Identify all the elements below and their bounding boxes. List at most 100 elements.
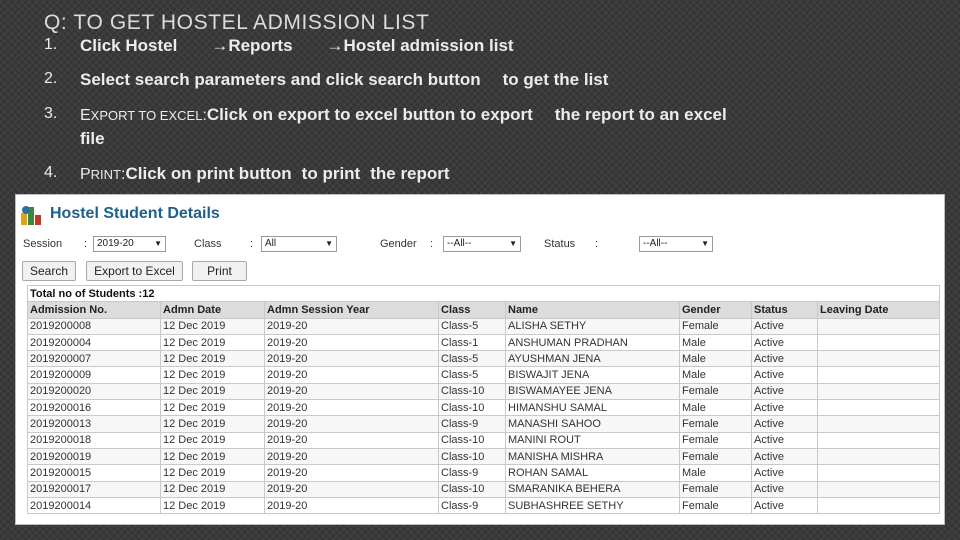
table-cell: Active [751, 496, 818, 515]
step-number: 3. [44, 105, 58, 122]
table-row[interactable]: 2019200009 12 Dec 2019 2019-20 Class-5 BISWA… [27, 366, 941, 384]
step-4-text: Click on print button [125, 164, 292, 183]
column-header[interactable]: Class [438, 301, 506, 319]
table-cell: 2019200013 [27, 415, 161, 433]
table-cell: Female [679, 317, 752, 335]
step-3-text-wrap: file [80, 129, 105, 148]
step-3-text-cont: the report to an excel [554, 105, 727, 124]
table-cell: Class-5 [438, 366, 506, 384]
table-cell: ANSHUMAN PRADHAN [505, 333, 680, 352]
table-cell: 2019-20 [264, 350, 439, 368]
print-button[interactable]: Print [192, 261, 247, 281]
table-row[interactable]: 2019200016 12 Dec 2019 2019-20 Class-10 HIMA… [27, 399, 941, 417]
search-button[interactable]: Search [22, 261, 76, 281]
class-label: Class [194, 238, 222, 250]
gender-label: Gender [380, 238, 417, 250]
table-cell: MANASHI SAHOO [505, 415, 680, 433]
table-cell: Active [751, 399, 818, 417]
table-cell: Class-9 [438, 496, 506, 515]
column-header[interactable]: Admn Session Year [264, 301, 439, 319]
total-students-label: Total no of Students :12 [26, 284, 941, 303]
table-cell: Active [751, 431, 818, 449]
table-cell: Female [679, 447, 752, 466]
table-cell: AYUSHMAN JENA [505, 350, 680, 368]
gender-select-value: --All-- [447, 238, 472, 249]
step-1-part-reports: Reports [228, 36, 293, 55]
table-cell: Class-5 [438, 350, 506, 368]
table-cell: 2019-20 [264, 496, 439, 515]
table-cell: Class-10 [438, 382, 506, 401]
session-select[interactable]: 2019-20 ▼ [93, 236, 166, 252]
table-row[interactable]: 2019200013 12 Dec 2019 2019-20 Class-9 MANAS… [27, 415, 941, 433]
table-row[interactable]: 2019200018 12 Dec 2019 2019-20 Class-10 MANI… [27, 431, 941, 449]
table-cell: 2019-20 [264, 382, 439, 401]
column-header[interactable]: Name [505, 301, 680, 319]
table-cell: Active [751, 366, 818, 384]
table-cell: Class-10 [438, 399, 506, 417]
table-cell: Class-1 [438, 333, 506, 352]
colon: : [84, 238, 88, 250]
table-cell: 2019-20 [264, 317, 439, 335]
column-header[interactable]: Admn Date [160, 301, 265, 319]
export-to-excel-button[interactable]: Export to Excel [86, 261, 183, 281]
table-cell: 2019200019 [27, 447, 161, 466]
table-row[interactable]: 2019200019 12 Dec 2019 2019-20 Class-10 MANI… [27, 447, 941, 466]
step-3-lead-first: E [80, 107, 91, 124]
step-number: 2. [44, 70, 58, 87]
gender-select[interactable]: --All-- ▼ [443, 236, 521, 252]
table-cell [816, 366, 941, 384]
class-select-value: All [265, 238, 277, 249]
step-number: 4. [44, 164, 58, 181]
table-cell [816, 496, 941, 515]
chevron-down-icon: ▼ [701, 239, 709, 248]
table-cell: 12 Dec 2019 [160, 431, 265, 449]
status-select-value: --All-- [643, 238, 668, 249]
step-3-lead-rest: XPORT TO EXCEL [90, 108, 203, 123]
column-header[interactable]: Status [751, 301, 818, 319]
column-header[interactable]: Gender [679, 301, 752, 319]
table-row[interactable]: 2019200014 12 Dec 2019 2019-20 Class-9 SUBHA… [27, 496, 941, 515]
table-row[interactable]: 2019200015 12 Dec 2019 2019-20 Class-9 ROHAN… [27, 464, 941, 482]
table-cell [816, 480, 941, 498]
status-label: Status [544, 238, 576, 250]
table-cell: 12 Dec 2019 [160, 496, 265, 515]
table-cell: 12 Dec 2019 [160, 333, 265, 352]
hostel-student-details-panel: Hostel Student Details Session : 2019-20… [15, 194, 945, 525]
total-row: Total no of Students :12 [26, 284, 941, 303]
table-body: 2019200008 12 Dec 2019 2019-20 Class-5 ALISH… [27, 317, 941, 515]
header-row: Admission No. Admn Date Admn Session Year C… [27, 301, 941, 319]
table-cell: 2019200020 [27, 382, 161, 401]
table-cell: Class-10 [438, 480, 506, 498]
step-1-part-admission-list: Hostel admission list [343, 36, 514, 55]
step-3-text: Click on export to excel button to expor… [206, 105, 533, 124]
table-row[interactable]: 2019200008 12 Dec 2019 2019-20 Class-5 ALISH… [27, 317, 941, 335]
colon: : [595, 238, 599, 250]
step-4-text-end: the report [370, 164, 450, 183]
table-cell: BISWAJIT JENA [505, 366, 680, 384]
table-cell [816, 317, 941, 335]
table-row[interactable]: 2019200004 12 Dec 2019 2019-20 Class-1 ANSHU… [27, 333, 941, 352]
arrow-right-icon: → [211, 36, 229, 55]
table-cell [816, 415, 941, 433]
table-cell: Active [751, 317, 818, 335]
class-select[interactable]: All ▼ [261, 236, 337, 252]
table-cell: 12 Dec 2019 [160, 464, 265, 482]
status-select[interactable]: --All-- ▼ [639, 236, 713, 252]
table-cell: Active [751, 333, 818, 352]
table-cell: Male [679, 464, 752, 482]
table-row[interactable]: 2019200017 12 Dec 2019 2019-20 Class-10 SMAR… [27, 480, 941, 498]
table-cell: Active [751, 382, 818, 401]
table-cell: 2019-20 [264, 399, 439, 417]
table-cell: 2019-20 [264, 447, 439, 466]
column-header[interactable]: Leaving Date [816, 301, 941, 319]
table-cell: ROHAN SAMAL [505, 464, 680, 482]
table-cell: 12 Dec 2019 [160, 382, 265, 401]
column-header[interactable]: Admission No. [27, 301, 161, 319]
table-cell: 2019200007 [27, 350, 161, 368]
session-select-value: 2019-20 [97, 238, 134, 249]
table-row[interactable]: 2019200020 12 Dec 2019 2019-20 Class-10 BISW… [27, 382, 941, 401]
colon: : [430, 238, 434, 250]
table-cell: Active [751, 350, 818, 368]
table-cell: 12 Dec 2019 [160, 480, 265, 498]
table-row[interactable]: 2019200007 12 Dec 2019 2019-20 Class-5 AYUSH… [27, 350, 941, 368]
